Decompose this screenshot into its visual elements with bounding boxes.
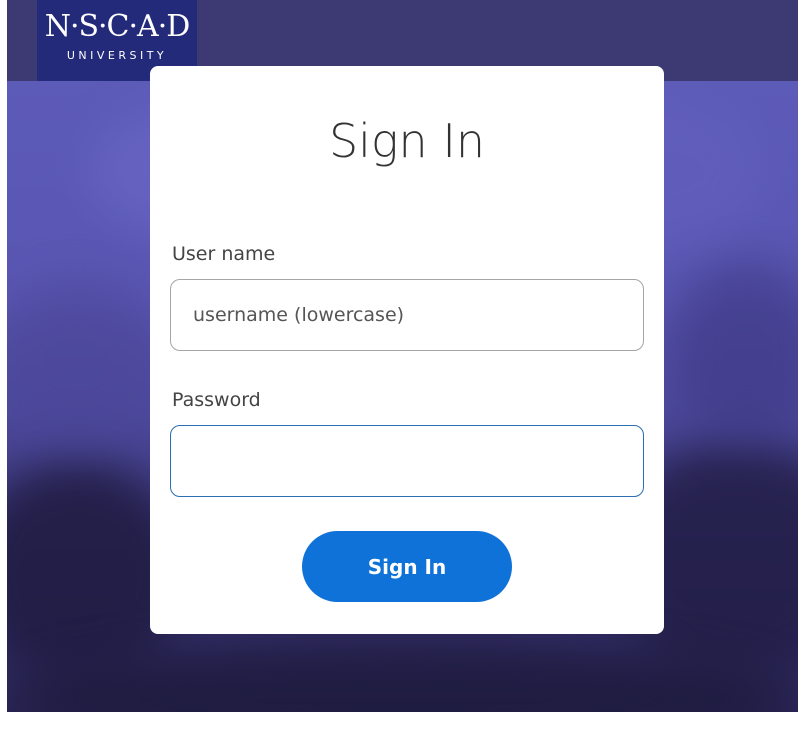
background-blur-shape xyxy=(667,261,798,441)
logo-wordmark: N·S·C·A·D xyxy=(44,9,191,44)
password-input[interactable] xyxy=(170,425,644,497)
logo-subtitle: UNIVERSITY xyxy=(66,49,168,62)
background-blur-shape xyxy=(7,281,167,441)
username-input[interactable] xyxy=(170,279,644,351)
signin-title: Sign In xyxy=(328,114,486,168)
page: N·S·C·A·D UNIVERSITY Sign In User name P… xyxy=(7,0,798,712)
sign-in-button[interactable]: Sign In xyxy=(302,531,512,602)
signin-card: Sign In User name Password Sign In xyxy=(150,66,664,634)
password-label: Password xyxy=(172,389,261,411)
username-label: User name xyxy=(172,243,276,265)
